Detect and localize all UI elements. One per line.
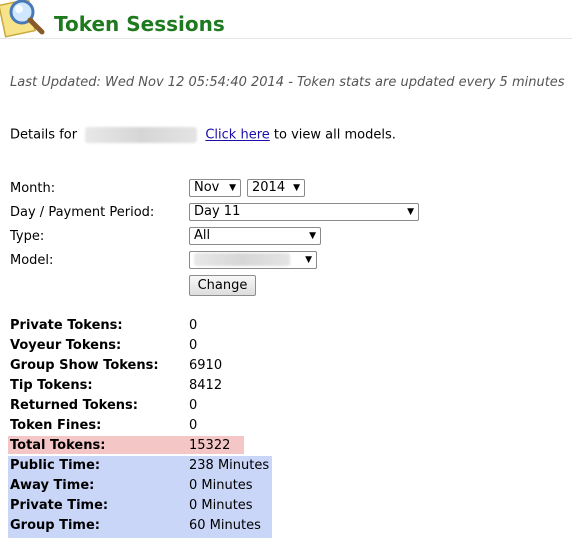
- stat-label: Private Time:: [10, 498, 109, 513]
- model-label: Model:: [10, 253, 54, 268]
- month-label: Month:: [10, 181, 56, 196]
- stat-label: Total Tokens:: [10, 438, 106, 453]
- stat-value: 0: [189, 338, 198, 353]
- details-line: Details for Click here to view all model…: [10, 127, 396, 143]
- stat-label: Away Time:: [10, 478, 95, 493]
- stat-value: 8412: [189, 378, 223, 393]
- chevron-down-icon: ▼: [293, 183, 300, 193]
- day-label: Day / Payment Period:: [10, 205, 155, 220]
- stat-value: 60 Minutes: [189, 518, 261, 533]
- stat-label: Group Time:: [10, 518, 100, 533]
- chevron-down-icon: ▼: [407, 207, 414, 217]
- last-updated-text: Last Updated: Wed Nov 12 05:54:40 2014 -…: [10, 75, 565, 90]
- type-select[interactable]: All ▼: [189, 227, 321, 245]
- day-select[interactable]: Day 11 ▼: [189, 203, 419, 221]
- stat-label: Public Time:: [10, 458, 101, 473]
- year-select[interactable]: 2014 ▼: [247, 179, 305, 197]
- stat-label: Voyeur Tokens:: [10, 338, 122, 353]
- magnifier-on-note-icon: [0, 0, 45, 38]
- type-label: Type:: [10, 229, 45, 244]
- stat-label: Token Fines:: [10, 418, 102, 433]
- chevron-down-icon: ▼: [305, 255, 312, 265]
- stat-value: 238 Minutes: [189, 458, 270, 473]
- change-button[interactable]: Change: [189, 275, 256, 296]
- chevron-down-icon: ▼: [229, 183, 236, 193]
- month-select[interactable]: Nov ▼: [189, 179, 241, 197]
- stat-value: 15322: [189, 438, 231, 453]
- day-select-value: Day 11: [194, 204, 241, 219]
- stat-label: Group Show Tokens:: [10, 358, 159, 373]
- type-select-value: All: [194, 228, 211, 243]
- details-prefix: Details for: [10, 127, 78, 143]
- year-select-value: 2014: [252, 180, 286, 195]
- stat-value: 6910: [189, 358, 223, 373]
- stat-label: Tip Tokens:: [10, 378, 93, 393]
- chevron-down-icon: ▼: [309, 231, 316, 241]
- page-title: Token Sessions: [54, 12, 225, 36]
- redacted-model: [194, 253, 290, 266]
- stat-value: 0: [189, 418, 198, 433]
- model-select[interactable]: ▼: [189, 251, 317, 269]
- redacted-name: [85, 127, 198, 143]
- stat-value: 0: [189, 398, 198, 413]
- stat-value: 0 Minutes: [189, 478, 253, 493]
- stat-value: 0: [189, 318, 198, 333]
- stat-label: Private Tokens:: [10, 318, 123, 333]
- stat-label: Returned Tokens:: [10, 398, 138, 413]
- month-select-value: Nov: [194, 180, 220, 195]
- details-suffix: to view all models.: [273, 127, 396, 143]
- page-header: Token Sessions: [0, 0, 572, 39]
- view-all-models-link[interactable]: Click here: [205, 128, 269, 143]
- stat-value: 0 Minutes: [189, 498, 253, 513]
